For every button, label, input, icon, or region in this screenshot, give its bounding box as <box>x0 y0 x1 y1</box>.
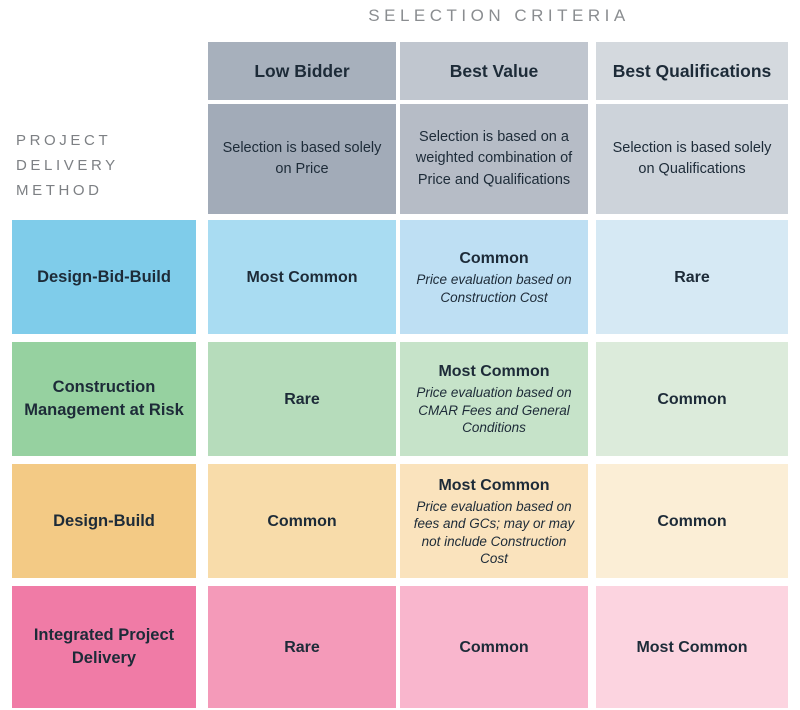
matrix-cell-design-bid-build-low-bidder: Most Common <box>208 220 396 334</box>
cell-note: Price evaluation based on CMAR Fees and … <box>408 384 580 437</box>
row-label-text: Design-Bid-Build <box>37 266 171 289</box>
matrix-grid: Low Bidder Selection is based solely on P… <box>0 36 800 698</box>
matrix-cell-design-bid-build-best-value: CommonPrice evaluation based on Construc… <box>400 220 588 334</box>
cell-value: Rare <box>674 267 710 288</box>
cell-value: Most Common <box>636 637 747 658</box>
cell-value: Rare <box>284 637 320 658</box>
cell-value: Common <box>459 248 528 269</box>
cell-value: Most Common <box>246 267 357 288</box>
column-header-label: Best Qualifications <box>613 61 772 82</box>
cell-value: Common <box>657 511 726 532</box>
row-label-design-bid-build: Design-Bid-Build <box>12 220 196 334</box>
cell-value: Common <box>657 389 726 410</box>
matrix-cell-construction-management-at-risk-best-qualifications: Common <box>596 342 788 456</box>
row-label-text: Construction Management at Risk <box>20 376 188 422</box>
column-description-text: Selection is based on a weighted combina… <box>408 127 580 192</box>
matrix-cell-construction-management-at-risk-low-bidder: Rare <box>208 342 396 456</box>
matrix-cell-construction-management-at-risk-best-value: Most CommonPrice evaluation based on CMA… <box>400 342 588 456</box>
row-label-construction-management-at-risk: Construction Management at Risk <box>12 342 196 456</box>
matrix-cell-integrated-project-delivery-low-bidder: Rare <box>208 586 396 708</box>
selection-criteria-matrix: SELECTION CRITERIA PROJECT DELIVERY METH… <box>0 0 800 710</box>
cell-note: Price evaluation based on Construction C… <box>408 271 580 306</box>
matrix-cell-design-build-best-value: Most CommonPrice evaluation based on fee… <box>400 464 588 578</box>
column-description-best-value: Selection is based on a weighted combina… <box>400 104 588 214</box>
cell-note: Price evaluation based on fees and GCs; … <box>408 498 580 568</box>
column-description-text: Selection is based solely on Qualificati… <box>604 138 780 181</box>
cell-value: Most Common <box>438 361 549 382</box>
column-description-text: Selection is based solely on Price <box>216 138 388 181</box>
cell-value: Common <box>267 511 336 532</box>
selection-criteria-title: SELECTION CRITERIA <box>208 6 790 26</box>
cell-value: Most Common <box>438 475 549 496</box>
matrix-cell-integrated-project-delivery-best-qualifications: Most Common <box>596 586 788 708</box>
row-label-text: Integrated Project Delivery <box>20 624 188 670</box>
matrix-cell-integrated-project-delivery-best-value: Common <box>400 586 588 708</box>
row-label-integrated-project-delivery: Integrated Project Delivery <box>12 586 196 708</box>
row-label-design-build: Design-Build <box>12 464 196 578</box>
row-label-text: Design-Build <box>53 510 155 533</box>
column-header-label: Low Bidder <box>254 61 349 82</box>
column-description-best-qualifications: Selection is based solely on Qualificati… <box>596 104 788 214</box>
column-header-label: Best Value <box>450 61 539 82</box>
matrix-cell-design-build-best-qualifications: Common <box>596 464 788 578</box>
matrix-cell-design-build-low-bidder: Common <box>208 464 396 578</box>
column-header-best-value: Best Value <box>400 42 588 100</box>
cell-value: Common <box>459 637 528 658</box>
matrix-cell-design-bid-build-best-qualifications: Rare <box>596 220 788 334</box>
column-header-low-bidder: Low Bidder <box>208 42 396 100</box>
column-header-best-qualifications: Best Qualifications <box>596 42 788 100</box>
cell-value: Rare <box>284 389 320 410</box>
column-description-low-bidder: Selection is based solely on Price <box>208 104 396 214</box>
